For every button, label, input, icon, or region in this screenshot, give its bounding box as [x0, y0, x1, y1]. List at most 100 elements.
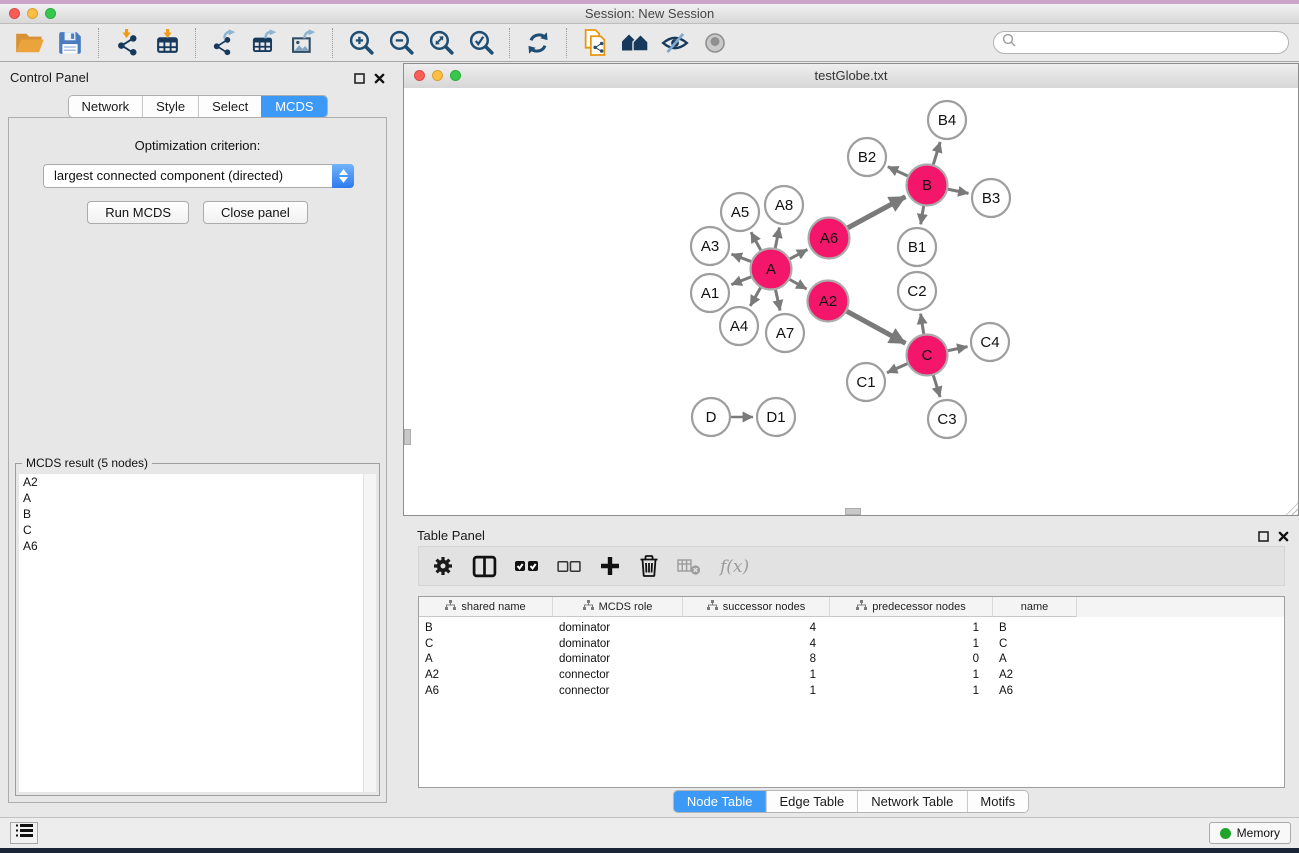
node-A2[interactable]: A2 [808, 281, 849, 322]
export-image-icon[interactable] [288, 27, 320, 59]
close-panel-icon[interactable] [374, 71, 385, 89]
minimize-window-button[interactable] [27, 8, 38, 19]
node-D1[interactable]: D1 [757, 398, 795, 436]
refresh-icon[interactable] [522, 27, 554, 59]
node-B[interactable]: B [907, 165, 948, 206]
select-all-icon[interactable] [514, 556, 540, 576]
criterion-dropdown[interactable]: largest connected component (directed) [43, 164, 354, 188]
node-A8[interactable]: A8 [765, 186, 803, 224]
tab-mcds[interactable]: MCDS [261, 96, 326, 117]
float-panel-icon[interactable] [354, 71, 365, 89]
network-canvas[interactable]: A A1 A2 A3 A4 A5 A6 A7 A8 B B1 B2 B3 B4 C C1 C2 C3 C4 D D1 [404, 88, 1298, 515]
application-window: Session: New Session Control Panel Netwo… [0, 0, 1299, 853]
node-D[interactable]: D [692, 398, 730, 436]
node-A1[interactable]: A1 [691, 274, 729, 312]
table-row[interactable]: Bdominator41B [419, 620, 1284, 636]
node-C4[interactable]: C4 [971, 323, 1009, 361]
network-window-title: testGlobe.txt [815, 68, 888, 83]
mcds-result-item[interactable]: A [19, 490, 376, 506]
table-panel-tabs: Node TableEdge TableNetwork TableMotifs [673, 790, 1029, 813]
node-C1[interactable]: C1 [847, 363, 885, 401]
minimize-network-window-button[interactable] [432, 70, 443, 81]
memory-button[interactable]: Memory [1209, 822, 1291, 844]
table-row[interactable]: A6connector11A6 [419, 683, 1284, 699]
mcds-result-item[interactable]: A6 [19, 538, 376, 554]
node-A4[interactable]: A4 [720, 307, 758, 345]
eye-icon[interactable] [699, 27, 731, 59]
close-panel-button[interactable]: Close panel [203, 201, 308, 224]
export-table-icon[interactable] [248, 27, 280, 59]
home-icon[interactable] [619, 27, 651, 59]
node-B2[interactable]: B2 [848, 138, 886, 176]
column-header-name[interactable]: name [993, 597, 1077, 617]
delete-icon[interactable] [638, 554, 660, 578]
result-scrollbar[interactable] [363, 474, 376, 792]
run-mcds-button[interactable]: Run MCDS [87, 201, 189, 224]
node-A7[interactable]: A7 [766, 314, 804, 352]
column-header-predecessor-nodes[interactable]: predecessor nodes [830, 597, 993, 617]
node-A5[interactable]: A5 [721, 193, 759, 231]
zoom-window-button[interactable] [45, 8, 56, 19]
zoom-network-window-button[interactable] [450, 70, 461, 81]
import-network-icon[interactable] [111, 27, 143, 59]
node-C2[interactable]: C2 [898, 272, 936, 310]
hide-panel-icon[interactable] [659, 27, 691, 59]
zoom-selected-icon[interactable] [465, 27, 497, 59]
cell-shared-name: A6 [419, 685, 553, 697]
tab-network-table[interactable]: Network Table [857, 791, 966, 812]
column-header-successor-nodes[interactable]: successor nodes [683, 597, 830, 617]
tab-edge-table[interactable]: Edge Table [765, 791, 857, 812]
toolbar-separator [195, 28, 196, 58]
cell-successor-nodes: 1 [683, 669, 830, 681]
tab-select[interactable]: Select [198, 96, 261, 117]
cell-successor-nodes: 4 [683, 638, 830, 650]
close-network-window-button[interactable] [414, 70, 425, 81]
tab-network[interactable]: Network [68, 96, 142, 117]
node-B1[interactable]: B1 [898, 228, 936, 266]
table-row[interactable]: Adominator80A [419, 651, 1284, 667]
cell-predecessor-nodes: 1 [830, 669, 993, 681]
node-A3[interactable]: A3 [691, 227, 729, 265]
canvas-vscroll-stub[interactable] [404, 429, 411, 445]
node-A[interactable]: A [751, 249, 792, 290]
memory-label: Memory [1237, 826, 1280, 840]
float-panel-icon[interactable] [1258, 529, 1269, 547]
close-panel-icon[interactable] [1278, 529, 1289, 547]
zoom-in-icon[interactable] [345, 27, 377, 59]
table-row[interactable]: A2connector11A2 [419, 667, 1284, 683]
node-A6[interactable]: A6 [809, 218, 850, 259]
settings-icon[interactable] [431, 554, 455, 578]
export-network-icon[interactable] [208, 27, 240, 59]
save-icon[interactable] [54, 27, 86, 59]
control-panel: Control Panel NetworkStyleSelectMCDS Opt… [0, 62, 395, 818]
column-header-shared-name[interactable]: shared name [419, 597, 553, 617]
tab-motifs[interactable]: Motifs [966, 791, 1028, 812]
node-B4[interactable]: B4 [928, 101, 966, 139]
columns-icon[interactable] [472, 555, 497, 578]
task-history-button[interactable] [10, 822, 38, 844]
canvas-hscroll-stub[interactable] [845, 508, 861, 515]
search-field[interactable] [993, 31, 1289, 54]
tab-style[interactable]: Style [142, 96, 198, 117]
deselect-all-icon[interactable] [557, 557, 582, 576]
add-icon[interactable] [599, 555, 621, 577]
column-header-MCDS-role[interactable]: MCDS role [553, 597, 683, 617]
zoom-fit-icon[interactable] [425, 27, 457, 59]
mcds-result-item[interactable]: B [19, 506, 376, 522]
cell-MCDS-role: dominator [553, 622, 683, 634]
svg-text:D1: D1 [766, 409, 785, 426]
mcds-result-item[interactable]: C [19, 522, 376, 538]
zoom-out-icon[interactable] [385, 27, 417, 59]
search-input[interactable] [1021, 35, 1280, 51]
import-table-icon[interactable] [151, 27, 183, 59]
node-C3[interactable]: C3 [928, 400, 966, 438]
mcds-result-item[interactable]: A2 [19, 474, 376, 490]
table-row[interactable]: Cdominator41C [419, 636, 1284, 652]
node-B3[interactable]: B3 [972, 179, 1010, 217]
node-C[interactable]: C [907, 335, 948, 376]
close-window-button[interactable] [9, 8, 20, 19]
copy-network-icon[interactable] [579, 27, 611, 59]
tab-node-table[interactable]: Node Table [674, 791, 766, 812]
open-icon[interactable] [14, 27, 46, 59]
fx-icon: f(x) [718, 555, 754, 577]
